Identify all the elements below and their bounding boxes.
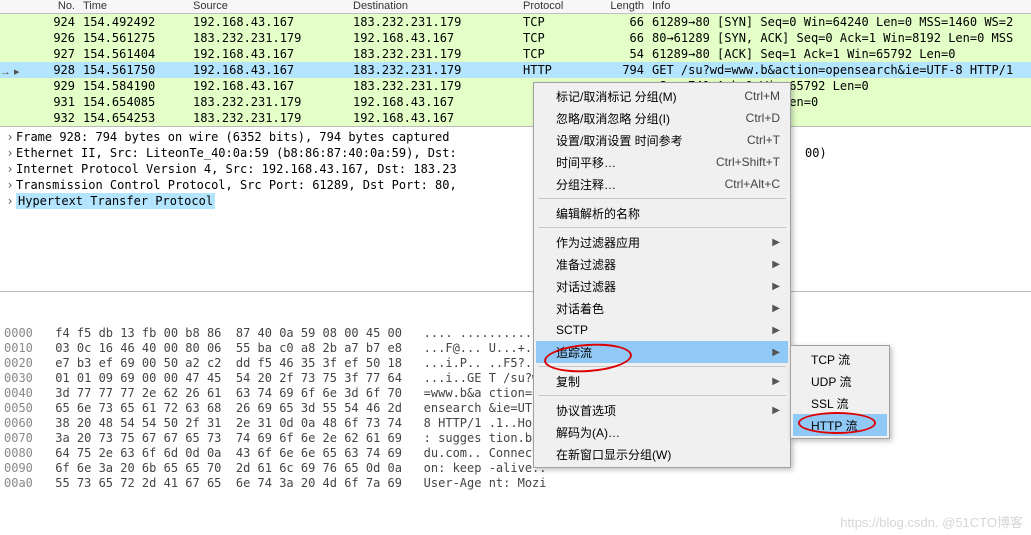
menu-item[interactable]: 标记/取消标记 分组(M)Ctrl+M bbox=[536, 85, 788, 107]
packet-row[interactable]: 932154.654253183.232.231.179192.168.43.1… bbox=[0, 110, 1031, 126]
col-header-len[interactable]: Length bbox=[590, 0, 648, 13]
submenu-arrow-icon: ▶ bbox=[772, 325, 780, 336]
hex-row[interactable]: 0080 64 75 2e 63 6f 6d 0d 0a 43 6f 6e 6e… bbox=[4, 446, 1031, 461]
menu-item[interactable]: 准备过滤器▶ bbox=[536, 253, 788, 275]
menu-item[interactable]: 追踪流▶ bbox=[536, 341, 788, 363]
packet-row[interactable]: 924154.492492192.168.43.167183.232.231.1… bbox=[0, 14, 1031, 30]
submenu-item[interactable]: HTTP 流 bbox=[793, 414, 887, 436]
menu-separator bbox=[538, 395, 786, 396]
menu-item[interactable]: 分组注释…Ctrl+Alt+C bbox=[536, 173, 788, 195]
submenu-arrow-icon: ▶ bbox=[772, 303, 780, 314]
packet-row[interactable]: 928154.561750192.168.43.167183.232.231.1… bbox=[0, 62, 1031, 78]
menu-item[interactable]: 对话着色▶ bbox=[536, 297, 788, 319]
menu-item[interactable]: 编辑解析的名称 bbox=[536, 202, 788, 224]
submenu-arrow-icon: ▶ bbox=[772, 237, 780, 248]
expander-icon[interactable]: › bbox=[4, 129, 16, 145]
tree-ethernet[interactable]: › Ethernet II, Src: LiteonTe_40:0a:59 (b… bbox=[4, 145, 1031, 161]
menu-item[interactable]: 在新窗口显示分组(W) bbox=[536, 443, 788, 465]
tree-eth-tail: 00) bbox=[805, 145, 827, 161]
tree-tcp[interactable]: › Transmission Control Protocol, Src Por… bbox=[4, 177, 1031, 193]
hex-row[interactable]: 0000 f4 f5 db 13 fb 00 b8 86 87 40 0a 59… bbox=[4, 326, 1031, 341]
menu-item[interactable]: 时间平移…Ctrl+Shift+T bbox=[536, 151, 788, 173]
tree-http[interactable]: › Hypertext Transfer Protocol bbox=[4, 193, 1031, 209]
packet-list-header: No. Time Source Destination Protocol Len… bbox=[0, 0, 1031, 14]
submenu-arrow-icon: ▶ bbox=[772, 259, 780, 270]
menu-separator bbox=[538, 227, 786, 228]
submenu-item[interactable]: SSL 流 bbox=[793, 392, 887, 414]
menu-item[interactable]: 设置/取消设置 时间参考Ctrl+T bbox=[536, 129, 788, 151]
tree-frame-label: Frame 928: 794 bytes on wire (6352 bits)… bbox=[16, 129, 449, 145]
follow-stream-submenu[interactable]: TCP 流UDP 流SSL 流HTTP 流 bbox=[790, 345, 890, 439]
packet-details-pane[interactable]: › Frame 928: 794 bytes on wire (6352 bit… bbox=[0, 126, 1031, 291]
menu-item[interactable]: 解码为(A)… bbox=[536, 421, 788, 443]
col-header-src[interactable]: Source bbox=[185, 0, 345, 13]
menu-separator bbox=[538, 366, 786, 367]
tree-http-label: Hypertext Transfer Protocol bbox=[16, 193, 215, 209]
packet-list[interactable]: No. Time Source Destination Protocol Len… bbox=[0, 0, 1031, 126]
submenu-arrow-icon: ▶ bbox=[772, 347, 780, 358]
col-header-time[interactable]: Time bbox=[75, 0, 185, 13]
hex-row[interactable]: 00a0 55 73 65 72 2d 41 67 65 6e 74 3a 20… bbox=[4, 476, 1031, 491]
hex-row[interactable]: 0090 6f 6e 3a 20 6b 65 65 70 2d 61 6c 69… bbox=[4, 461, 1031, 476]
tree-frame[interactable]: › Frame 928: 794 bytes on wire (6352 bit… bbox=[4, 129, 1031, 145]
expander-icon[interactable]: › bbox=[4, 145, 16, 161]
context-menu[interactable]: 标记/取消标记 分组(M)Ctrl+M忽略/取消忽略 分组(I)Ctrl+D设置… bbox=[533, 82, 791, 468]
menu-separator bbox=[538, 198, 786, 199]
col-header-proto[interactable]: Protocol bbox=[515, 0, 590, 13]
tree-tcp-label: Transmission Control Protocol, Src Port:… bbox=[16, 177, 457, 193]
menu-item[interactable]: 协议首选项▶ bbox=[536, 399, 788, 421]
submenu-item[interactable]: UDP 流 bbox=[793, 370, 887, 392]
expander-icon[interactable]: › bbox=[4, 161, 16, 177]
submenu-arrow-icon: ▶ bbox=[772, 281, 780, 292]
menu-item[interactable]: SCTP▶ bbox=[536, 319, 788, 341]
watermark: https://blog.csdn. @51CTO博客 bbox=[840, 512, 1023, 531]
expander-icon[interactable]: › bbox=[4, 193, 16, 209]
packet-row[interactable]: 929154.584190192.168.43.167183.232.231.1… bbox=[0, 78, 1031, 94]
packet-row[interactable]: 927154.561404192.168.43.167183.232.231.1… bbox=[0, 46, 1031, 62]
packet-row[interactable]: 931154.654085183.232.231.179192.168.43.1… bbox=[0, 94, 1031, 110]
submenu-item[interactable]: TCP 流 bbox=[793, 348, 887, 370]
col-header-info[interactable]: Info bbox=[648, 0, 1031, 13]
tree-eth-label: Ethernet II, Src: LiteonTe_40:0a:59 (b8:… bbox=[16, 145, 457, 161]
col-header-dst[interactable]: Destination bbox=[345, 0, 515, 13]
menu-item[interactable]: 作为过滤器应用▶ bbox=[536, 231, 788, 253]
col-header-no[interactable]: No. bbox=[0, 0, 75, 13]
packet-row[interactable]: 926154.561275183.232.231.179192.168.43.1… bbox=[0, 30, 1031, 46]
submenu-arrow-icon: ▶ bbox=[772, 405, 780, 416]
menu-item[interactable]: 忽略/取消忽略 分组(I)Ctrl+D bbox=[536, 107, 788, 129]
tree-ip[interactable]: › Internet Protocol Version 4, Src: 192.… bbox=[4, 161, 1031, 177]
menu-item[interactable]: 复制▶ bbox=[536, 370, 788, 392]
tree-ip-label: Internet Protocol Version 4, Src: 192.16… bbox=[16, 161, 457, 177]
expander-icon[interactable]: › bbox=[4, 177, 16, 193]
menu-item[interactable]: 对话过滤器▶ bbox=[536, 275, 788, 297]
submenu-arrow-icon: ▶ bbox=[772, 376, 780, 387]
